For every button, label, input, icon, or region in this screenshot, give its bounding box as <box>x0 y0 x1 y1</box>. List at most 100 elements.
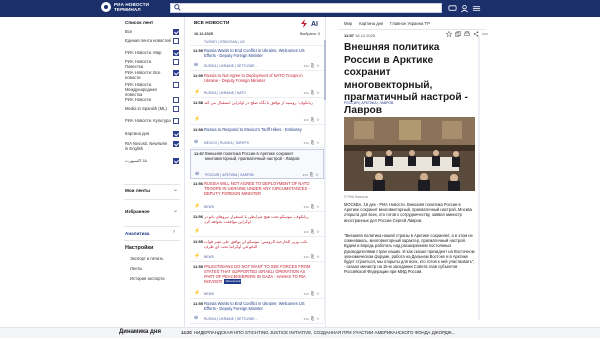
sidebar-feed-checkbox[interactable] <box>173 82 179 88</box>
sidebar-favorites[interactable]: Избранное <box>125 209 150 214</box>
news-actions-icon[interactable]: ••• ⎘ ☆ <box>304 204 320 209</box>
chevron-down-icon[interactable]: ⌄ <box>173 207 178 214</box>
sidebar-feed-label[interactable]: Единая лента новостей <box>125 38 171 43</box>
news-item[interactable]: 11:56 RUSSIA WILL NOT AGREE TO DEPLOYMENT… <box>190 180 324 212</box>
news-actions-icon[interactable]: ••• ⎘ ☆ <box>303 172 319 177</box>
sidebar-feed-label[interactable]: РИА Новости <box>125 97 171 102</box>
news-actions-icon[interactable]: ••• ⎘ ☆ <box>304 254 320 259</box>
news-item[interactable]: 11:58 ریابکوف: روسیه از توافق با نگاه صلح… <box>190 99 324 125</box>
print-icon[interactable] <box>464 31 470 37</box>
feed-scroll-thumb[interactable] <box>324 40 326 100</box>
news-title[interactable]: Russia to Not Agree to Deployment of NAT… <box>204 73 316 83</box>
sidebar-analytics[interactable]: Аналитика <box>125 231 149 236</box>
search-icon[interactable] <box>174 4 181 11</box>
star-icon[interactable] <box>446 31 452 37</box>
news-title[interactable]: Russia Wants to End Conflict in Ukraine,… <box>204 301 316 311</box>
sidebar-feed-label[interactable]: РИА Новости. Международная повестка <box>125 82 171 97</box>
news-title-text: Внешняя политика России в Арктике сохран… <box>205 151 300 161</box>
sidebar-feed-checkbox[interactable] <box>173 118 179 124</box>
sidebar-my-feeds[interactable]: Мои ленты <box>125 188 150 193</box>
news-actions-icon[interactable]: ••• ⎘ ☆ <box>304 291 320 296</box>
ai-filter-icon[interactable]: AI <box>311 19 323 28</box>
more-icon[interactable] <box>482 31 488 37</box>
sidebar-feed-label[interactable]: Media in Spanish (ML) <box>125 106 171 111</box>
sidebar-feed-label[interactable]: Картина дня <box>125 131 171 136</box>
news-item[interactable]: 11:57 Внешняя политика России в Арктике с… <box>190 149 324 179</box>
sidebar-feed-checkbox[interactable] <box>173 70 179 76</box>
news-tags[interactable]: NEWS <box>204 292 214 296</box>
news-actions-icon[interactable]: ••• ⎘ ☆ <box>304 117 320 122</box>
chat-icon[interactable] <box>448 4 457 13</box>
article-scrollbar[interactable] <box>478 36 480 320</box>
logo[interactable]: РИА НОВОСТИ ТЕРМИНАЛ <box>101 2 166 12</box>
news-tags[interactable]: RUSSIA | UKRAINE | NATO <box>204 91 246 95</box>
news-tags[interactable]: TURKEY | ERDOGAN | US <box>204 40 245 44</box>
user-icon[interactable] <box>460 4 469 13</box>
divider <box>124 240 180 241</box>
settings-item-history[interactable]: История экспорта <box>130 276 165 281</box>
news-tags[interactable]: NEWS <box>204 205 214 209</box>
tab-world[interactable]: Мир <box>344 21 352 26</box>
chevron-right-icon[interactable]: › <box>173 229 175 235</box>
sidebar-feed-checkbox[interactable] <box>173 59 179 65</box>
news-actions-icon[interactable]: ••• ⎘ ☆ <box>304 63 320 68</box>
sidebar-feed-label[interactable]: РИА Новости. Повестка <box>125 59 171 69</box>
copy-icon[interactable] <box>455 31 461 37</box>
sidebar-feed-label[interactable]: RIA Novosti. Newswire in English <box>125 141 171 151</box>
feed-date[interactable]: 16.12.2025 <box>194 32 213 36</box>
ticker-label: Динамика дня <box>119 329 161 335</box>
sidebar-feed-label[interactable]: РИА Новости. Культура <box>125 118 171 123</box>
news-item[interactable]: 11:55 نائب وزير الخارجية الروسي: موسكو لن… <box>190 238 324 262</box>
sidebar-settings[interactable]: Настройки <box>125 245 153 251</box>
article-tags[interactable]: РОССИЯ | АРКТИКА | ЛАВРОВ <box>344 101 393 105</box>
chevron-down-icon[interactable]: ⌄ <box>173 186 178 193</box>
news-title[interactable]: PALESTINIANS DO NOT WANT TO SEE FORCES F… <box>204 264 316 285</box>
news-title[interactable]: Russia Wants to End Conflict in Ukraine,… <box>204 48 316 58</box>
news-item[interactable]: 11:59 Russia Wants to End Conflict in Ukr… <box>190 47 324 71</box>
news-item[interactable]: 11:55 Russia Wants to End Conflict in Ukr… <box>190 300 324 324</box>
news-actions-icon[interactable]: ••• ⎘ ☆ <box>304 140 320 145</box>
news-tags[interactable]: NEWS <box>204 255 214 259</box>
news-tags[interactable]: RUSSIA | UKRAINE | SETTLEME... <box>204 64 258 68</box>
settings-item-export[interactable]: Экспорт и печать <box>130 256 163 261</box>
article-paragraph: МОСКВА, 16 дек - РИА Новости. Внешняя по… <box>344 202 472 223</box>
news-title[interactable]: Внешняя политика России в Арктике сохран… <box>205 151 317 161</box>
news-actions-icon[interactable]: ••• ⎘ ☆ <box>304 229 320 234</box>
search-input[interactable] <box>184 4 434 12</box>
news-item[interactable]: 11:56 ریابکوف: موسکو تحت هیچ شرایطی با اس… <box>190 213 324 237</box>
news-item[interactable]: TURKEY | ERDOGAN | US <box>190 38 324 46</box>
sidebar-feed-checkbox[interactable] <box>173 97 179 103</box>
news-actions-icon[interactable]: ••• ⎘ ☆ <box>304 316 320 321</box>
news-title[interactable]: نائب وزير الخارجية الروسي: موسكو لن تواف… <box>204 239 316 249</box>
sidebar-feed-checkbox[interactable] <box>173 29 179 35</box>
news-actions-icon[interactable]: ••• ⎘ ☆ <box>304 90 320 95</box>
sidebar-feed-label[interactable]: РИА Новости: Все новости <box>125 70 171 80</box>
news-title[interactable]: ریابکوف: موسکو تحت هیچ شرایطی با استقرار… <box>204 214 316 224</box>
sidebar-feed-checkbox[interactable] <box>173 50 179 56</box>
news-tags[interactable]: MEXICO | RUSSIA | TARIFFS <box>204 141 249 145</box>
sidebar-feed-label[interactable]: تانا اکسپورت <box>125 158 171 163</box>
menu-icon[interactable] <box>472 4 481 13</box>
link-icon: ⊖ <box>194 315 199 321</box>
sidebar-feed-label[interactable]: РИА Новости. Мир <box>125 50 171 55</box>
news-title[interactable]: RUSSIA WILL NOT AGREE TO DEPLOYMENT OF N… <box>204 181 316 196</box>
tab-picture-of-day[interactable]: Картина дня <box>359 21 383 26</box>
news-tags[interactable]: РОССИЯ | АРКТИКА | ЛАВРОВ <box>205 173 254 177</box>
sidebar-feed-checkbox[interactable] <box>173 106 179 112</box>
tab-ukraine[interactable]: Главное Украина ТР <box>390 21 430 26</box>
news-title[interactable]: ریابکوف: روسیه از توافق با نگاه صلح در ا… <box>204 100 316 105</box>
settings-item-feeds[interactable]: Ленты <box>130 266 142 271</box>
sidebar-feed-checkbox[interactable] <box>173 38 179 44</box>
news-item[interactable]: 11:59 Russia to Not Agree to Deployment o… <box>190 72 324 98</box>
ticker-headline[interactable]: НИДЕРЛАНДСКАЯ НПО STICHTING JUSTICE INIT… <box>194 330 455 335</box>
news-item[interactable]: 11:58 Russia to Respond to Mexico's Tarif… <box>190 126 324 148</box>
news-title[interactable]: Russia to Respond to Mexico's Tariff Hik… <box>204 127 316 132</box>
news-item[interactable]: 11:55 PALESTINIANS DO NOT WANT TO SEE FOR… <box>190 263 324 299</box>
sidebar-feed-label[interactable]: Все <box>125 29 171 34</box>
sidebar-feed-checkbox[interactable] <box>173 141 179 147</box>
news-tags[interactable]: RUSSIA | UKRAINE | SETTLEME... <box>204 317 258 321</box>
sidebar-feed-checkbox[interactable] <box>173 158 179 164</box>
article-time: 11:57 <box>344 33 355 38</box>
urgent-filter-icon[interactable] <box>300 19 308 28</box>
sidebar-feed-checkbox[interactable] <box>173 131 179 137</box>
